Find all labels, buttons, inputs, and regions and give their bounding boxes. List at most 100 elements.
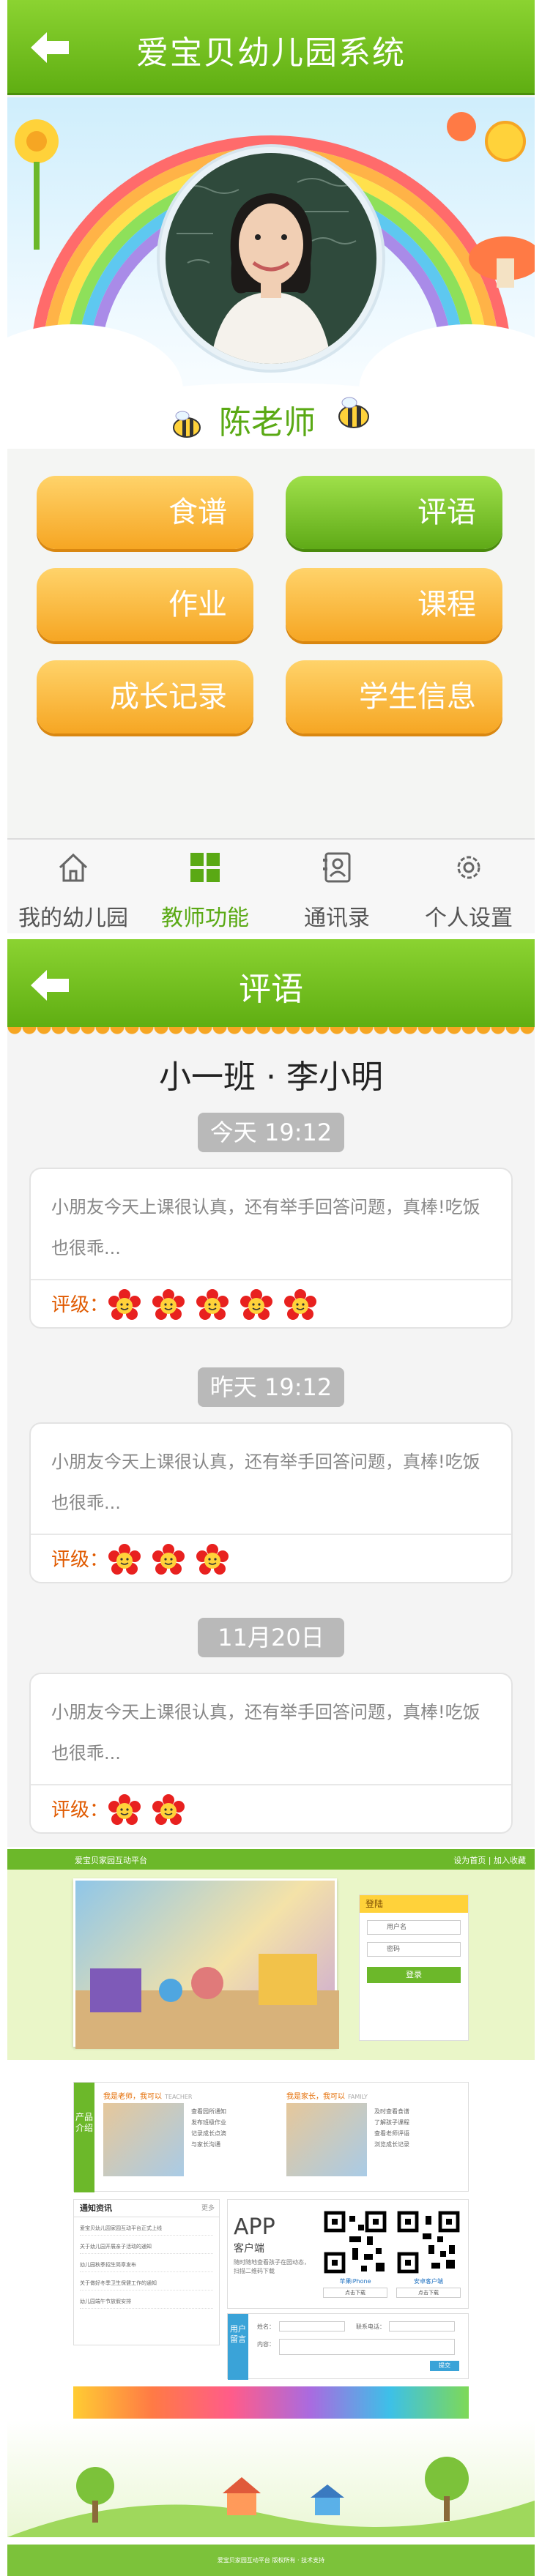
rating-flowers [108, 1289, 327, 1323]
family-feature-en: FAMILY [348, 2094, 368, 2100]
tab-my-kindergarten[interactable]: 我的幼儿园 [7, 840, 139, 933]
student-name: 小一班 · 李小明 [159, 1059, 383, 1096]
divider [31, 1534, 511, 1535]
notice-more-link[interactable]: 更多 [201, 2200, 215, 2217]
app-header: 爱宝贝幼儿园系统 [7, 0, 535, 95]
content-input[interactable] [279, 2339, 455, 2355]
message-tag: 用户留言 [228, 2314, 248, 2380]
home-icon [59, 853, 88, 882]
feature-item: 浏览成长记录 [374, 2141, 409, 2148]
website-preview: 爱宝贝家园互动平台 设为首页 | 加入收藏 登陆 用户名 密码 登录 产品介绍 … [7, 1849, 535, 2576]
menu-student-info-button[interactable]: 学生信息 [286, 660, 502, 733]
classroom-photo [73, 1878, 339, 2049]
product-intro: 产品介绍 我是老师，我可以 TEACHER 查看园所通知 发布班级作业 记录成长点… [73, 2082, 469, 2192]
menu-comments-button[interactable]: 评语 [286, 476, 502, 549]
site-top-bar: 爱宝贝家园互动平台 设为首页 | 加入收藏 [7, 1849, 535, 1870]
teacher-feature-list: 查看园所通知 发布班级作业 记录成长点滴 与家长沟通 [191, 2106, 226, 2150]
family-feature-list: 及时查看食谱 了解孩子课程 查看老师评语 浏览成长记录 [374, 2106, 409, 2150]
menu-homework-button[interactable]: 作业 [37, 568, 253, 641]
app-title: 爱宝贝幼儿园系统 [136, 34, 406, 72]
rating-label: 评级： [51, 1799, 109, 1821]
message-submit-button[interactable]: 提交 [430, 2361, 459, 2371]
tab-contacts[interactable]: 通讯录 [271, 840, 403, 933]
bee-icon [173, 411, 201, 438]
comment-text: 小朋友今天上课很认真，还有举手回答问题，真棒!吃饭也很乖... [51, 1452, 480, 1513]
tab-settings[interactable]: 个人设置 [403, 840, 535, 933]
tab-label: 通讯录 [304, 906, 370, 931]
notice-row[interactable]: 关于做好冬季卫生保健工作的通知 [80, 2280, 213, 2291]
teacher-feature-title: 我是老师，我可以 [103, 2093, 162, 2101]
flower-rating-icon [283, 1289, 317, 1323]
tab-label: 教师功能 [161, 906, 249, 931]
date-pill: 11月20日 [198, 1618, 344, 1657]
feature-item: 发布班级作业 [191, 2119, 226, 2126]
comments-screen: 评语 小一班 · 李小明 今天 19:12 小朋友今天上课很认真，还有举手回答问… [7, 939, 535, 1847]
username-field[interactable]: 用户名 [367, 1920, 461, 1935]
phone-label: 联系电话： [356, 2323, 385, 2330]
date-pill: 昨天 19:12 [198, 1367, 344, 1407]
comment-card[interactable]: 小朋友今天上课很认真，还有举手回答问题，真棒!吃饭也很乖... 评级： [29, 1422, 513, 1583]
site-top-links[interactable]: 设为首页 | 加入收藏 [453, 1854, 526, 1866]
bee-icon [338, 397, 369, 428]
notice-row[interactable]: 幼儿园端午节放假安排 [80, 2298, 213, 2309]
feature-item: 记录成长点滴 [191, 2130, 226, 2137]
gear-icon [457, 856, 480, 879]
comment-card[interactable]: 小朋友今天上课很认真，还有举手回答问题，真棒!吃饭也很乖... 评级： [29, 1673, 513, 1834]
comments-title: 评语 [239, 971, 303, 1008]
flower-rating-icon [196, 1544, 229, 1578]
divider [31, 1279, 511, 1280]
family-feature-box: 我是家长，我可以 FAMILY 及时查看食谱 了解孩子课程 查看老师评语 浏览成长… [286, 2090, 462, 2185]
notice-row[interactable]: 幼儿园秋季招生简章发布 [80, 2261, 213, 2272]
login-panel: 登陆 用户名 密码 登录 [359, 1894, 469, 2041]
iphone-download-button[interactable]: 点击下载 [323, 2288, 387, 2298]
notice-row[interactable]: 爱宝贝幼儿园家园互动平台正式上线 [80, 2225, 213, 2236]
tab-label: 我的幼儿园 [18, 906, 128, 931]
menu-growth-record-button[interactable]: 成长记录 [37, 660, 253, 733]
tab-label: 个人设置 [425, 906, 513, 931]
site-banner: 登陆 用户名 密码 登录 [7, 1870, 535, 2060]
grid-icon [190, 853, 220, 882]
name-label: 姓名： [257, 2323, 275, 2330]
login-button[interactable]: 登录 [367, 1967, 461, 1983]
android-download-button[interactable]: 点击下载 [396, 2288, 461, 2298]
phone-input[interactable] [389, 2321, 455, 2332]
site-name: 爱宝贝家园互动平台 [75, 1856, 147, 1865]
flower-rating-icon [240, 1289, 273, 1323]
login-title: 登陆 [360, 1895, 468, 1913]
rating-flowers [108, 1794, 196, 1828]
teacher-name-text: 陈老师 [219, 404, 316, 441]
header-scallop-divider [7, 1027, 535, 1037]
app-description: 随时随地查看孩子在园动态，扫描二维码下载 [234, 2259, 310, 2274]
feature-item: 了解孩子课程 [374, 2119, 409, 2126]
product-intro-tag: 产品介绍 [74, 2083, 94, 2192]
contacts-icon [323, 852, 351, 883]
app-label: APP [234, 2214, 275, 2240]
name-input[interactable] [279, 2321, 345, 2332]
menu-courses-button[interactable]: 课程 [286, 568, 502, 641]
message-panel: 用户留言 姓名： 联系电话： 内容： 提交 [227, 2313, 469, 2380]
family-feature-title: 我是家长，我可以 [286, 2093, 345, 2101]
iphone-caption: 苹果iPhone [339, 2278, 371, 2285]
notice-title: 通知资讯 [80, 2203, 112, 2213]
teacher-photo [103, 2103, 184, 2176]
notice-row[interactable]: 关于幼儿园开展亲子活动的通知 [80, 2243, 213, 2254]
flower-rating-icon [152, 1289, 185, 1323]
comment-text: 小朋友今天上课很认真，还有举手回答问题，真棒!吃饭也很乖... [51, 1702, 480, 1763]
android-caption: 安卓客户端 [414, 2278, 443, 2285]
site-footer: 爱宝贝家园互动平台 版权所有 · 技术支持 [7, 2545, 535, 2576]
bottom-tab-bar: 我的幼儿园 教师功能 通讯录 个人设置 [7, 838, 535, 933]
feature-item: 及时查看食谱 [374, 2108, 409, 2115]
tab-teacher-functions[interactable]: 教师功能 [139, 840, 271, 933]
flower-rating-icon [152, 1544, 185, 1578]
flower-rating-icon [196, 1289, 229, 1323]
comments-header: 评语 [7, 939, 535, 1027]
qr-code-icon [396, 2210, 461, 2274]
comment-card[interactable]: 小朋友今天上课很认真，还有举手回答问题，真棒!吃饭也很乖... 评级： [29, 1168, 513, 1329]
password-field[interactable]: 密码 [367, 1942, 461, 1957]
notice-panel: 更多 通知资讯 爱宝贝幼儿园家园互动平台正式上线 关于幼儿园开展亲子活动的通知 幼… [73, 2199, 220, 2345]
feature-item: 与家长沟通 [191, 2141, 220, 2148]
footer-illustration [7, 2420, 535, 2537]
menu-recipes-button[interactable]: 食谱 [37, 476, 253, 549]
comment-text: 小朋友今天上课很认真，还有举手回答问题，真棒!吃饭也很乖... [51, 1197, 480, 1258]
flower-rating-icon [108, 1794, 141, 1828]
